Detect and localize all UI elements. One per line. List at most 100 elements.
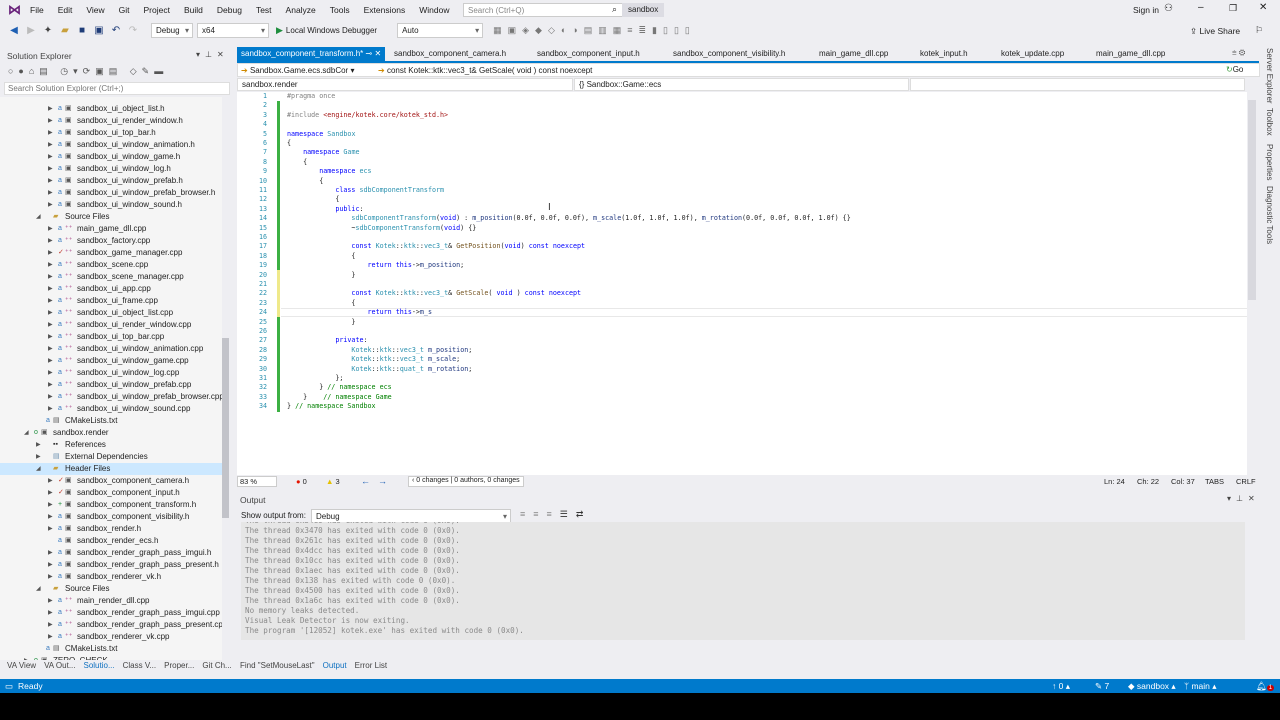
tree-item[interactable]: ▶ a ⁺⁺ sandbox_ui_render_window.cpp (0, 319, 222, 331)
tree-item[interactable]: ▶ a ▣ sandbox_render_graph_pass_imgui.h (0, 547, 222, 559)
expand-icon[interactable]: ▶ (36, 439, 44, 451)
code-editor[interactable]: 1 #pragma once 2 3 #include <engine/kotek.co… (237, 92, 1247, 475)
notifications-icon[interactable]: 🔔︎ 1 (1256, 679, 1275, 695)
tree-item[interactable]: ▶ a ⁺⁺ sandbox_ui_window_animation.cpp (0, 343, 222, 355)
tab-1[interactable]: sandbox_component_camera.h (390, 47, 510, 61)
tree-item[interactable]: ◢ o ▣ sandbox.render (0, 427, 222, 439)
code-line[interactable]: public: (287, 205, 363, 214)
expand-icon[interactable]: ▶ (48, 235, 56, 247)
git-changes-codelens[interactable]: ‹ 0 changes | 0 authors, 0 changes (408, 476, 524, 487)
code-line[interactable]: sdbComponentTransform(void) : m_position… (287, 214, 850, 223)
panel-options-icons[interactable]: ▾⊥✕ (196, 50, 229, 59)
expand-icon[interactable]: ▶ (36, 451, 44, 463)
tab-4[interactable]: main_game_dll.cpp (815, 47, 892, 61)
tree-item[interactable]: ▶ a ⁺⁺ sandbox_ui_top_bar.cpp (0, 331, 222, 343)
solution-search-input[interactable]: Search Solution Explorer (Ctrl+;) (4, 82, 230, 95)
forward-icon[interactable]: ▶ (25, 25, 37, 37)
menu-window[interactable]: Window (419, 5, 449, 15)
code-line[interactable]: { (287, 195, 339, 204)
code-line[interactable]: #pragma once (287, 92, 335, 101)
tree-item[interactable]: ▶ a ⁺⁺ sandbox_ui_window_prefab_browser.cpp (0, 391, 222, 403)
output-options-icons[interactable]: ▾⊥✕ (1227, 494, 1260, 503)
menu-test[interactable]: Test (256, 5, 272, 15)
expand-icon[interactable]: ▶ (48, 307, 56, 319)
tree-item[interactable]: ▶o▣ZERO_CHECK (0, 655, 222, 660)
tab-overflow-icon[interactable]: ⩧ ⚙ (1232, 48, 1245, 58)
tree-item[interactable]: a ▣ sandbox_render_ecs.h (0, 535, 222, 547)
account-icon[interactable]: ⚇ (1164, 3, 1173, 14)
expand-icon[interactable]: ▶ (48, 631, 56, 643)
expand-icon[interactable]: ▶ (48, 487, 56, 499)
function-dropdown[interactable] (910, 78, 1245, 91)
configuration-select[interactable]: Debug (151, 23, 193, 38)
tab-0[interactable]: sandbox_component_transform.h* ⊸ ✕ (237, 47, 386, 61)
code-line[interactable]: { (287, 139, 291, 148)
left-tab[interactable]: Class V... (123, 661, 157, 670)
menu-git[interactable]: Git (119, 5, 130, 15)
member-dropdown[interactable]: ➔ const Kotek::ktk::vec3_t& GetScale( vo… (378, 66, 592, 75)
tree-item[interactable]: ▶ a ▣ sandbox_render_graph_pass_present.h (0, 559, 222, 571)
bottom-tab[interactable]: Error List (355, 661, 387, 670)
undo-icon[interactable]: ↶ (110, 25, 122, 37)
code-line[interactable]: Kotek::ktk::quat_t m_rotation; (287, 365, 472, 374)
pending-edits[interactable]: ✎ 7 (1095, 679, 1109, 693)
tab-7[interactable]: main_game_dll.cpp (1092, 47, 1169, 61)
start-debugger-button[interactable]: Local Windows Debugger (286, 26, 377, 35)
expand-icon[interactable]: ▶ (48, 127, 56, 139)
code-line[interactable]: } // namespace ecs (287, 383, 391, 392)
expand-icon[interactable]: ◢ (24, 427, 32, 439)
navigate-arrows[interactable]: ←→ (361, 476, 395, 486)
tree-item[interactable]: ▶ ✓ ⁺⁺ sandbox_game_manager.cpp (0, 247, 222, 259)
tree-item[interactable]: ▶ a ▣ sandbox_ui_window_log.h (0, 163, 222, 175)
editor-scrollbar[interactable] (1248, 100, 1256, 300)
tree-item[interactable]: ▶ a ⁺⁺ sandbox_ui_object_list.cpp (0, 307, 222, 319)
expand-icon[interactable]: ▶ (48, 151, 56, 163)
tree-item[interactable]: ▶ a ⁺⁺ sandbox_ui_window_log.cpp (0, 367, 222, 379)
expand-icon[interactable]: ▶ (48, 619, 56, 631)
menu-file[interactable]: File (30, 5, 44, 15)
tree-item[interactable]: ▶ a ▣ sandbox_ui_window_animation.h (0, 139, 222, 151)
go-button[interactable]: ↻Go (1226, 65, 1243, 74)
close-button[interactable]: ✕ (1259, 2, 1267, 13)
tree-item[interactable]: a ▤ CMakeLists.txt (0, 415, 222, 427)
code-line[interactable]: const Kotek::ktk::vec3_t& GetScale( void… (287, 289, 581, 298)
sign-in-link[interactable]: Sign in (1133, 5, 1159, 15)
expand-icon[interactable]: ▶ (48, 163, 56, 175)
expand-icon[interactable]: ▶ (48, 199, 56, 211)
indent-mode[interactable]: TABS (1205, 477, 1224, 486)
line-ending[interactable]: CRLF (1236, 477, 1256, 486)
project-dropdown[interactable]: sandbox.render (237, 78, 573, 91)
expand-icon[interactable]: ▶ (48, 367, 56, 379)
expand-icon[interactable]: ▶ (48, 403, 56, 415)
tree-item[interactable]: ▶ a ▣ sandbox_renderer_vk.h (0, 571, 222, 583)
zoom-select[interactable]: 83 % (237, 476, 277, 487)
tree-item[interactable]: ▶ a ▣ sandbox_render.h (0, 523, 222, 535)
tree-item[interactable]: ▶ a ⁺⁺ sandbox_ui_window_game.cpp (0, 355, 222, 367)
expand-icon[interactable]: ▶ (48, 547, 56, 559)
code-line[interactable]: class sdbComponentTransform (287, 186, 444, 195)
push-count[interactable]: ↑ 0 ▴ (1052, 679, 1070, 693)
code-line[interactable]: }; (287, 374, 343, 383)
expand-icon[interactable]: ▶ (48, 139, 56, 151)
branch-selector[interactable]: ᛘ main ▴ (1184, 679, 1217, 693)
expand-icon[interactable]: ◢ (36, 211, 44, 223)
expand-icon[interactable]: ▶ (48, 571, 56, 583)
tree-item[interactable]: ▶ a ⁺⁺ sandbox_scene.cpp (0, 259, 222, 271)
expand-icon[interactable]: ▶ (48, 271, 56, 283)
expand-icon[interactable]: ▶ (48, 559, 56, 571)
expand-icon[interactable]: ▶ (48, 115, 56, 127)
back-icon[interactable]: ◀ (8, 25, 20, 37)
code-line[interactable]: { (287, 177, 323, 186)
tree-item[interactable]: ▶ a ⁺⁺ sandbox_ui_frame.cpp (0, 295, 222, 307)
code-line[interactable]: Kotek::ktk::vec3_t m_scale; (287, 355, 460, 364)
code-line[interactable]: { (287, 158, 307, 167)
code-line[interactable]: namespace Game (287, 148, 359, 157)
expand-icon[interactable]: ▶ (48, 475, 56, 487)
code-line[interactable]: namespace ecs (287, 167, 371, 176)
tree-item[interactable]: ▶ a ⁺⁺ sandbox_factory.cpp (0, 235, 222, 247)
new-item-icon[interactable]: ✦ (42, 25, 54, 37)
error-count[interactable]: ● 0 (296, 477, 307, 486)
left-tab[interactable]: VA Out... (44, 661, 75, 670)
expand-icon[interactable]: ▶ (48, 175, 56, 187)
menu-view[interactable]: View (86, 5, 104, 15)
